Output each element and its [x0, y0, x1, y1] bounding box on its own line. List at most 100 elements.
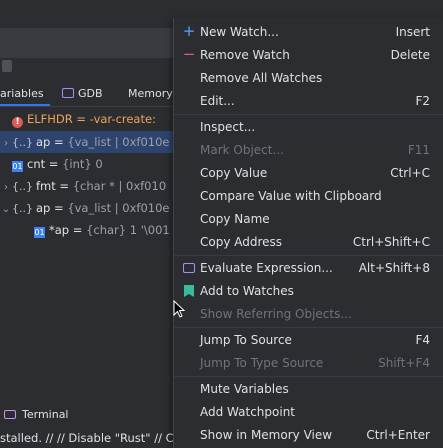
- variable-value: {va_list | 0xf010e: [67, 201, 170, 215]
- menu-item-label: New Watch...: [200, 25, 279, 39]
- menu-separator: [174, 255, 443, 256]
- variable-equals: =: [69, 223, 87, 237]
- tab-memory[interactable]: Memory: [128, 87, 173, 100]
- variable-value: {char * | 0xf010: [72, 179, 167, 193]
- menu-item-mark-object: Mark Object... F11: [174, 139, 443, 161]
- chevron-down-icon[interactable]: ⌄: [0, 199, 12, 219]
- struct-icon: {..}: [12, 180, 33, 193]
- variable-row-ap-expanded[interactable]: ⌄ {..} ap = {va_list | 0xf010e: [0, 197, 180, 219]
- error-icon: !: [12, 117, 23, 128]
- chevron-right-icon[interactable]: ›: [0, 133, 12, 153]
- menu-item-shortcut: Ctrl+Shift+C: [352, 235, 430, 249]
- primitive-icon: 01: [34, 227, 45, 238]
- menu-item-copy-address[interactable]: Copy Address Ctrl+Shift+C: [174, 231, 443, 253]
- menu-item-copy-name[interactable]: Copy Name: [174, 208, 443, 230]
- variable-row-deref-ap[interactable]: 01 *ap = {char} 1 '\001: [0, 219, 180, 241]
- menu-item-label: Evaluate Expression...: [200, 261, 333, 275]
- minus-icon: −: [182, 45, 196, 63]
- menu-item-compare-clipboard[interactable]: Compare Value with Clipboard: [174, 185, 443, 207]
- variable-equals: =: [45, 157, 63, 171]
- menu-item-add-to-watches[interactable]: Add to Watches: [174, 280, 443, 302]
- variable-row-fmt[interactable]: › {..} fmt = {char * | 0xf010: [0, 175, 180, 197]
- menu-item-label: Mark Object...: [200, 143, 284, 157]
- variable-row-ap[interactable]: › {..} ap = {va_list | 0xf010e: [0, 131, 180, 153]
- menu-item-add-watchpoint[interactable]: Add Watchpoint: [174, 401, 443, 423]
- menu-item-copy-value[interactable]: Copy Value Ctrl+C: [174, 162, 443, 184]
- menu-item-label: Copy Name: [200, 212, 270, 226]
- menu-item-label: Add Watchpoint: [200, 405, 296, 419]
- menu-item-shortcut: Shift+F4: [378, 356, 430, 370]
- watch-icon: [184, 285, 194, 297]
- context-menu: + New Watch... Insert − Remove Watch Delete …: [173, 18, 443, 448]
- menu-item-shortcut: Ctrl+C: [390, 166, 430, 180]
- menu-item-shortcut: F4: [415, 333, 430, 347]
- menu-item-jump-to-source[interactable]: Jump To Source F4: [174, 329, 443, 351]
- menu-item-shortcut: Alt+Shift+8: [358, 261, 430, 275]
- menu-item-label: Copy Address: [200, 235, 283, 249]
- menu-separator: [174, 114, 443, 115]
- toolbar-strip: [0, 0, 180, 28]
- variable-equals: =: [50, 201, 68, 215]
- variable-name: cnt: [27, 157, 46, 171]
- menu-item-label: Remove All Watches: [200, 71, 323, 85]
- menu-item-remove-all-watches[interactable]: Remove All Watches: [174, 67, 443, 89]
- menu-item-label: Show Referring Objects...: [200, 307, 352, 321]
- debugger-panel: ariables GDB Memory ! ELFHDR = -var-creat…: [0, 0, 180, 448]
- menu-item-shortcut: F2: [415, 94, 430, 108]
- menu-item-new-watch[interactable]: + New Watch... Insert: [174, 21, 443, 43]
- variable-name: *ap: [49, 223, 70, 237]
- struct-icon: {..}: [12, 136, 33, 149]
- menu-item-label: Show in Memory View: [200, 428, 333, 442]
- evaluate-icon: [183, 263, 195, 273]
- status-bar-text: stalled. // // Disable "Rust" // C: [0, 431, 174, 445]
- variable-value: {va_list | 0xf010e: [67, 135, 170, 149]
- menu-item-label: Remove Watch: [200, 48, 290, 62]
- menu-item-label: Edit...: [200, 94, 235, 108]
- menu-item-jump-to-type-source: Jump To Type Source Shift+F4: [174, 352, 443, 374]
- chevron-right-icon[interactable]: ›: [0, 177, 12, 197]
- menu-item-label: Compare Value with Clipboard: [200, 189, 382, 203]
- menu-item-shortcut: Ctrl+Enter: [366, 428, 430, 442]
- mouse-cursor-icon: [173, 300, 185, 318]
- variable-name: fmt: [36, 179, 56, 193]
- menu-item-remove-watch[interactable]: − Remove Watch Delete: [174, 44, 443, 66]
- tab-gdb[interactable]: GDB: [62, 87, 103, 100]
- tab-variables[interactable]: ariables: [0, 87, 44, 100]
- menu-item-label: Inspect...: [200, 120, 256, 134]
- console-icon: [62, 88, 74, 98]
- variable-row-cnt[interactable]: 01 cnt = {int} 0: [0, 153, 180, 175]
- terminal-tool-window[interactable]: Terminal: [0, 405, 180, 425]
- menu-item-shortcut: Insert: [395, 25, 430, 39]
- active-tab-indicator: [0, 104, 50, 106]
- menu-item-label: Jump To Source: [200, 333, 292, 347]
- menu-item-evaluate-expression[interactable]: Evaluate Expression... Alt+Shift+8: [174, 257, 443, 279]
- variable-equals: =: [50, 135, 68, 149]
- menu-item-shortcut: Delete: [390, 48, 430, 62]
- menu-item-show-in-memory[interactable]: Show in Memory View Ctrl+Enter: [174, 424, 443, 446]
- menu-item-show-referring: Show Referring Objects...: [174, 303, 443, 325]
- menu-item-label: Mute Variables: [200, 382, 289, 396]
- toolbar-band: [0, 28, 180, 58]
- layout-icon[interactable]: [2, 60, 12, 72]
- menu-item-label: Jump To Type Source: [200, 356, 324, 370]
- menu-item-edit[interactable]: Edit... F2: [174, 90, 443, 112]
- menu-item-label: Copy Value: [200, 166, 268, 180]
- primitive-icon: 01: [12, 161, 23, 172]
- variable-value: {int} 0: [62, 157, 103, 171]
- menu-item-inspect[interactable]: Inspect...: [174, 116, 443, 138]
- menu-item-mute-variables[interactable]: Mute Variables: [174, 378, 443, 400]
- struct-icon: {..}: [12, 202, 33, 215]
- menu-item-label: Add to Watches: [200, 284, 294, 298]
- variable-name: ap: [36, 135, 51, 149]
- menu-separator: [174, 327, 443, 328]
- menu-separator: [174, 376, 443, 377]
- tab-gdb-label: GDB: [78, 87, 103, 100]
- variable-value: {char} 1 '\001: [86, 223, 170, 237]
- variable-row-elfhdr[interactable]: ! ELFHDR = -var-create:: [0, 108, 180, 130]
- variable-equals: =: [55, 179, 73, 193]
- terminal-icon: [4, 410, 16, 419]
- variable-name: ap: [36, 201, 51, 215]
- terminal-label: Terminal: [22, 408, 69, 421]
- plus-icon: +: [182, 22, 196, 40]
- variable-error-text: ELFHDR = -var-create:: [27, 112, 156, 126]
